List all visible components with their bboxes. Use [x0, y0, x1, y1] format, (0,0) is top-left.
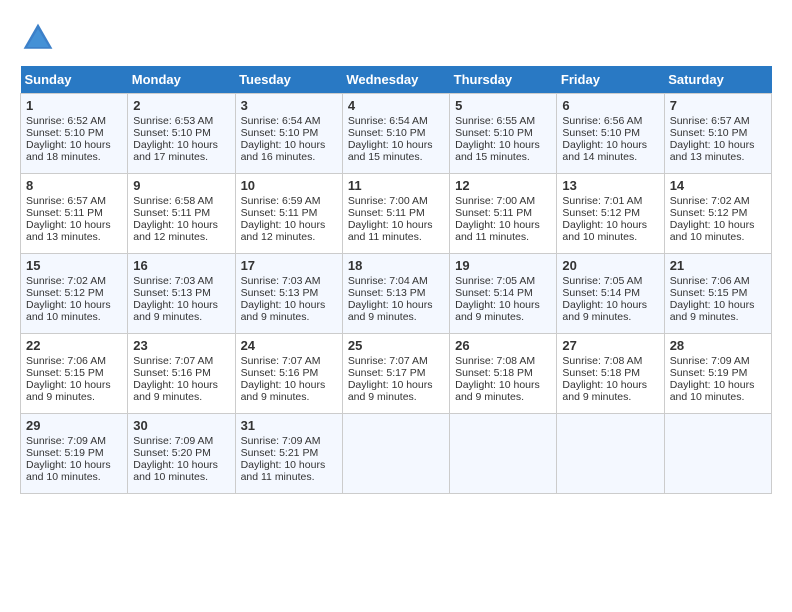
- day-number: 19: [455, 258, 551, 273]
- calendar-cell: 10Sunrise: 6:59 AMSunset: 5:11 PMDayligh…: [235, 174, 342, 254]
- day-number: 12: [455, 178, 551, 193]
- calendar-cell: 24Sunrise: 7:07 AMSunset: 5:16 PMDayligh…: [235, 334, 342, 414]
- calendar-cell: 25Sunrise: 7:07 AMSunset: 5:17 PMDayligh…: [342, 334, 449, 414]
- day-number: 21: [670, 258, 766, 273]
- day-header-thursday: Thursday: [450, 66, 557, 94]
- page-header: [20, 20, 772, 56]
- calendar-cell: 9Sunrise: 6:58 AMSunset: 5:11 PMDaylight…: [128, 174, 235, 254]
- day-number: 20: [562, 258, 658, 273]
- day-number: 18: [348, 258, 444, 273]
- calendar-cell: 12Sunrise: 7:00 AMSunset: 5:11 PMDayligh…: [450, 174, 557, 254]
- calendar-cell: 8Sunrise: 6:57 AMSunset: 5:11 PMDaylight…: [21, 174, 128, 254]
- calendar-cell: 16Sunrise: 7:03 AMSunset: 5:13 PMDayligh…: [128, 254, 235, 334]
- day-number: 30: [133, 418, 229, 433]
- day-header-wednesday: Wednesday: [342, 66, 449, 94]
- day-number: 9: [133, 178, 229, 193]
- calendar-cell: 13Sunrise: 7:01 AMSunset: 5:12 PMDayligh…: [557, 174, 664, 254]
- day-header-monday: Monday: [128, 66, 235, 94]
- calendar-cell: 14Sunrise: 7:02 AMSunset: 5:12 PMDayligh…: [664, 174, 771, 254]
- calendar-cell: 28Sunrise: 7:09 AMSunset: 5:19 PMDayligh…: [664, 334, 771, 414]
- day-number: 11: [348, 178, 444, 193]
- day-number: 15: [26, 258, 122, 273]
- day-header-saturday: Saturday: [664, 66, 771, 94]
- calendar-cell: 30Sunrise: 7:09 AMSunset: 5:20 PMDayligh…: [128, 414, 235, 494]
- day-number: 1: [26, 98, 122, 113]
- day-number: 14: [670, 178, 766, 193]
- calendar-cell: 31Sunrise: 7:09 AMSunset: 5:21 PMDayligh…: [235, 414, 342, 494]
- day-header-friday: Friday: [557, 66, 664, 94]
- calendar-cell: [450, 414, 557, 494]
- calendar-cell: 7Sunrise: 6:57 AMSunset: 5:10 PMDaylight…: [664, 94, 771, 174]
- calendar-cell: [557, 414, 664, 494]
- day-number: 17: [241, 258, 337, 273]
- day-number: 25: [348, 338, 444, 353]
- calendar-cell: 19Sunrise: 7:05 AMSunset: 5:14 PMDayligh…: [450, 254, 557, 334]
- day-number: 2: [133, 98, 229, 113]
- day-header-sunday: Sunday: [21, 66, 128, 94]
- day-number: 6: [562, 98, 658, 113]
- calendar-table: SundayMondayTuesdayWednesdayThursdayFrid…: [20, 66, 772, 494]
- day-number: 8: [26, 178, 122, 193]
- calendar-cell: 22Sunrise: 7:06 AMSunset: 5:15 PMDayligh…: [21, 334, 128, 414]
- day-number: 22: [26, 338, 122, 353]
- week-row-3: 15Sunrise: 7:02 AMSunset: 5:12 PMDayligh…: [21, 254, 772, 334]
- calendar-cell: 3Sunrise: 6:54 AMSunset: 5:10 PMDaylight…: [235, 94, 342, 174]
- day-number: 5: [455, 98, 551, 113]
- week-row-5: 29Sunrise: 7:09 AMSunset: 5:19 PMDayligh…: [21, 414, 772, 494]
- calendar-cell: 23Sunrise: 7:07 AMSunset: 5:16 PMDayligh…: [128, 334, 235, 414]
- calendar-cell: 11Sunrise: 7:00 AMSunset: 5:11 PMDayligh…: [342, 174, 449, 254]
- calendar-cell: 4Sunrise: 6:54 AMSunset: 5:10 PMDaylight…: [342, 94, 449, 174]
- day-number: 3: [241, 98, 337, 113]
- day-number: 24: [241, 338, 337, 353]
- calendar-cell: 5Sunrise: 6:55 AMSunset: 5:10 PMDaylight…: [450, 94, 557, 174]
- day-number: 13: [562, 178, 658, 193]
- calendar-cell: 21Sunrise: 7:06 AMSunset: 5:15 PMDayligh…: [664, 254, 771, 334]
- header-row: SundayMondayTuesdayWednesdayThursdayFrid…: [21, 66, 772, 94]
- day-number: 16: [133, 258, 229, 273]
- day-number: 7: [670, 98, 766, 113]
- day-number: 4: [348, 98, 444, 113]
- calendar-cell: 15Sunrise: 7:02 AMSunset: 5:12 PMDayligh…: [21, 254, 128, 334]
- day-header-tuesday: Tuesday: [235, 66, 342, 94]
- logo-icon: [20, 20, 56, 56]
- calendar-cell: [342, 414, 449, 494]
- calendar-cell: 20Sunrise: 7:05 AMSunset: 5:14 PMDayligh…: [557, 254, 664, 334]
- calendar-cell: 29Sunrise: 7:09 AMSunset: 5:19 PMDayligh…: [21, 414, 128, 494]
- day-number: 10: [241, 178, 337, 193]
- day-number: 27: [562, 338, 658, 353]
- day-number: 31: [241, 418, 337, 433]
- day-number: 29: [26, 418, 122, 433]
- logo: [20, 20, 62, 56]
- calendar-cell: 2Sunrise: 6:53 AMSunset: 5:10 PMDaylight…: [128, 94, 235, 174]
- week-row-2: 8Sunrise: 6:57 AMSunset: 5:11 PMDaylight…: [21, 174, 772, 254]
- day-number: 23: [133, 338, 229, 353]
- week-row-1: 1Sunrise: 6:52 AMSunset: 5:10 PMDaylight…: [21, 94, 772, 174]
- calendar-cell: 26Sunrise: 7:08 AMSunset: 5:18 PMDayligh…: [450, 334, 557, 414]
- day-number: 28: [670, 338, 766, 353]
- calendar-body: 1Sunrise: 6:52 AMSunset: 5:10 PMDaylight…: [21, 94, 772, 494]
- calendar-cell: 27Sunrise: 7:08 AMSunset: 5:18 PMDayligh…: [557, 334, 664, 414]
- day-number: 26: [455, 338, 551, 353]
- calendar-cell: 17Sunrise: 7:03 AMSunset: 5:13 PMDayligh…: [235, 254, 342, 334]
- week-row-4: 22Sunrise: 7:06 AMSunset: 5:15 PMDayligh…: [21, 334, 772, 414]
- calendar-cell: 18Sunrise: 7:04 AMSunset: 5:13 PMDayligh…: [342, 254, 449, 334]
- calendar-header: SundayMondayTuesdayWednesdayThursdayFrid…: [21, 66, 772, 94]
- calendar-cell: 1Sunrise: 6:52 AMSunset: 5:10 PMDaylight…: [21, 94, 128, 174]
- calendar-cell: [664, 414, 771, 494]
- calendar-cell: 6Sunrise: 6:56 AMSunset: 5:10 PMDaylight…: [557, 94, 664, 174]
